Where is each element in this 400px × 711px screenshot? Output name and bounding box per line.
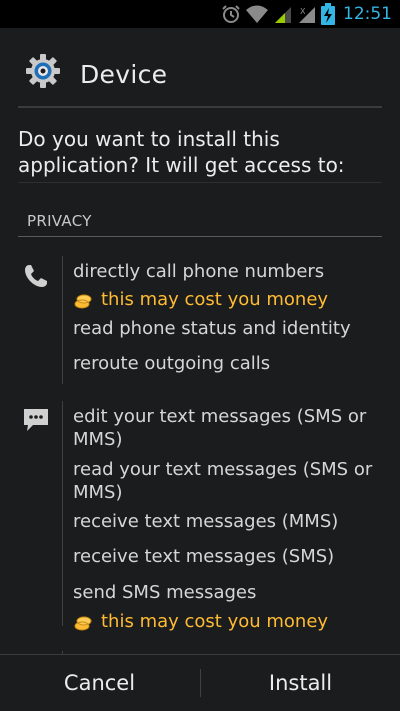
permission-item: read phone status and identity xyxy=(73,318,351,339)
group-divider-line xyxy=(62,401,63,626)
signal-icon xyxy=(275,7,291,23)
battery-charging-icon xyxy=(321,3,335,25)
section-header-privacy: PRIVACY xyxy=(27,212,92,230)
phone-icon xyxy=(25,265,47,287)
header-divider xyxy=(18,106,382,108)
prompt-divider xyxy=(18,182,382,183)
cost-warning: this may cost you money xyxy=(73,288,383,311)
group-divider-line xyxy=(62,256,63,384)
permission-item: read your text messages (SMS or MMS) xyxy=(73,459,373,503)
permission-item: receive text messages (MMS) xyxy=(73,511,339,532)
app-header: Device xyxy=(0,28,400,106)
cost-warning-text: this may cost you money xyxy=(101,611,329,632)
app-title: Device xyxy=(80,60,168,89)
signal-icon: X xyxy=(299,7,315,23)
status-bar: X 12:51 xyxy=(0,0,400,28)
permission-item: edit your text messages (SMS or MMS) xyxy=(73,406,367,450)
cancel-button[interactable]: Cancel xyxy=(0,655,199,711)
install-button[interactable]: Install xyxy=(201,655,400,711)
settings-gear-icon xyxy=(26,54,60,88)
install-prompt: Do you want to install this application?… xyxy=(18,127,345,177)
button-bar: Cancel Install xyxy=(0,654,400,711)
permission-item: directly call phone numbers xyxy=(73,261,325,282)
permission-item: receive text messages (SMS) xyxy=(73,546,335,567)
svg-text:X: X xyxy=(300,7,306,16)
section-divider xyxy=(18,236,382,237)
permission-item: send SMS messages xyxy=(73,582,257,603)
permission-item: reroute outgoing calls xyxy=(73,353,271,374)
install-screen: Device Do you want to install this appli… xyxy=(0,28,400,711)
status-icons: X 12:51 xyxy=(221,3,392,25)
message-icon xyxy=(24,409,48,431)
coins-icon xyxy=(74,616,92,630)
clock-time: 12:51 xyxy=(343,4,392,24)
cost-warning-text: this may cost you money xyxy=(101,289,329,310)
cost-warning: this may cost you money xyxy=(73,610,383,633)
alarm-icon xyxy=(222,5,240,23)
wifi-icon xyxy=(246,5,268,23)
coins-icon xyxy=(74,294,92,308)
